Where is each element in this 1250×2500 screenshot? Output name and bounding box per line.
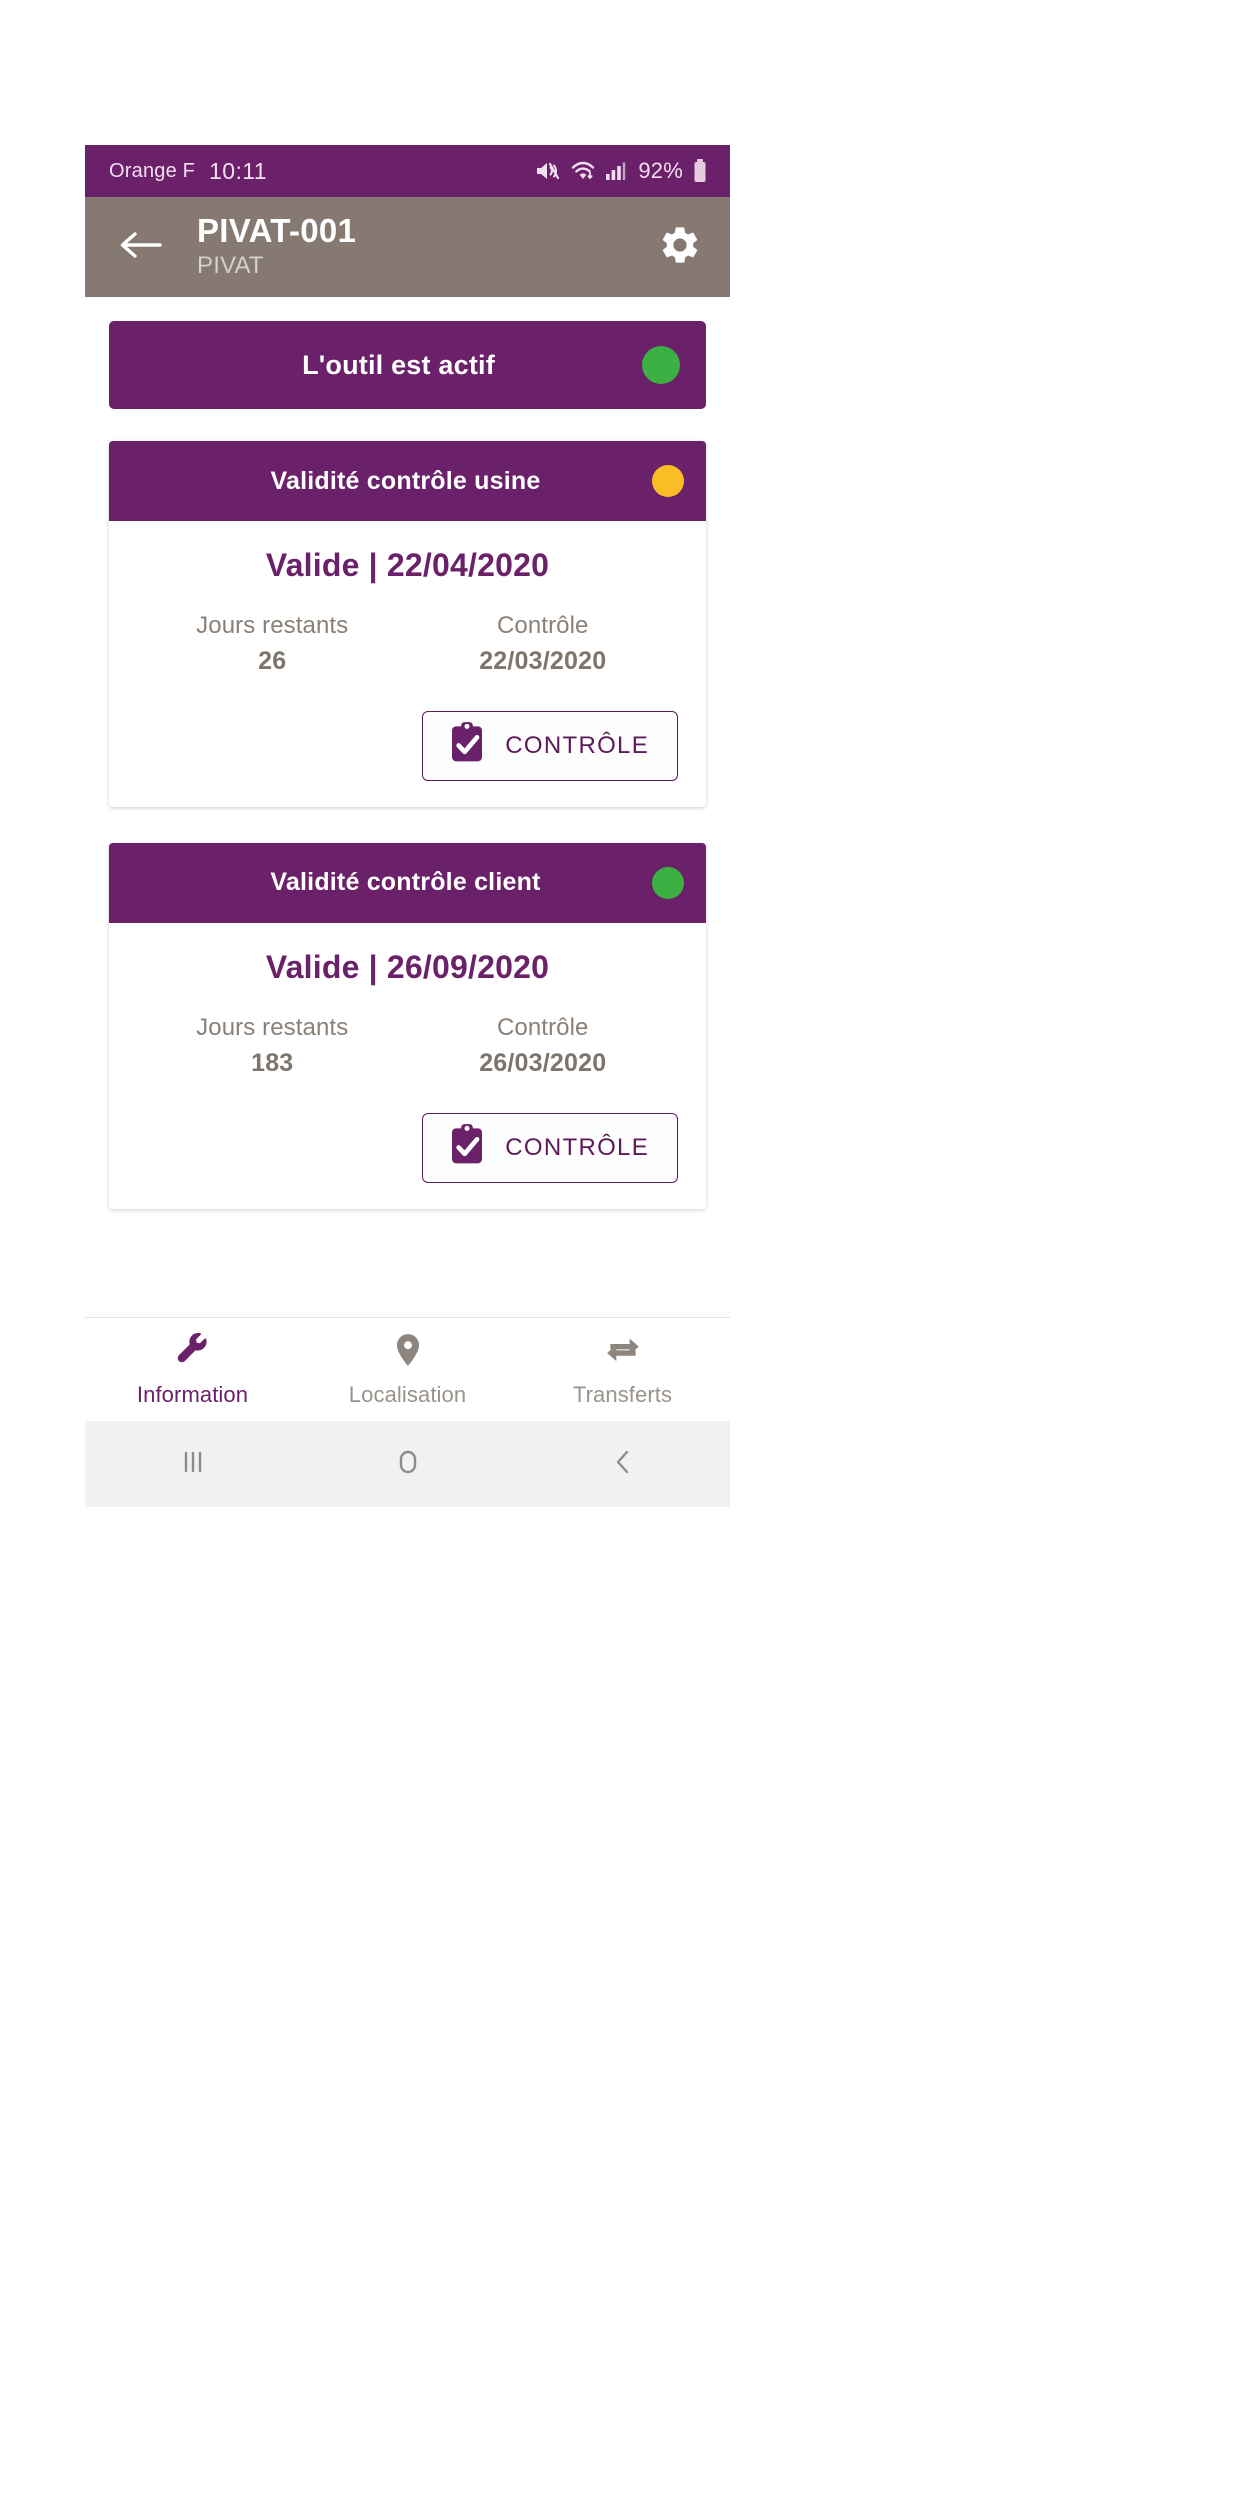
card-header: Validité contrôle client bbox=[109, 842, 706, 923]
nav-label: Localisation bbox=[348, 1382, 467, 1407]
field-label: Contrôle bbox=[496, 612, 589, 639]
card-header: Validité contrôle usine bbox=[109, 441, 706, 521]
nav-item-transferts[interactable]: Transferts bbox=[515, 1331, 730, 1408]
card-fields: Jours restants 26 Contrôle 22/03/2020 bbox=[137, 610, 678, 679]
app-bar-titles: PIVAT-001 PIVAT bbox=[197, 212, 654, 281]
card-actions: CONTRÔLE bbox=[137, 710, 678, 781]
card-title: Validité contrôle usine bbox=[270, 466, 541, 495]
nav-label: Transferts bbox=[572, 1382, 673, 1407]
field-value: 26 bbox=[258, 647, 287, 676]
gear-icon bbox=[658, 223, 702, 272]
field-label: Jours restants bbox=[196, 1013, 349, 1041]
nav-item-information[interactable]: Information bbox=[85, 1331, 300, 1408]
mute-icon bbox=[535, 159, 561, 183]
status-dot-client bbox=[652, 866, 684, 899]
field-value: 183 bbox=[251, 1049, 294, 1078]
card-fields: Jours restants 183 Contrôle 26/03/2020 bbox=[137, 1012, 678, 1081]
back-button[interactable] bbox=[113, 220, 167, 274]
field-value: 22/03/2020 bbox=[479, 647, 607, 676]
home-button[interactable] bbox=[300, 1444, 515, 1485]
card-actions: CONTRÔLE bbox=[137, 1112, 678, 1183]
control-button-usine[interactable]: CONTRÔLE bbox=[422, 710, 678, 781]
tool-active-label: L'outil est actif bbox=[302, 349, 495, 380]
validity-card-client: Validité contrôle client Valide | 26/09/… bbox=[109, 842, 706, 1209]
tool-active-banner[interactable]: L'outil est actif bbox=[109, 321, 706, 409]
home-icon bbox=[392, 1444, 424, 1485]
wrench-icon bbox=[174, 1331, 212, 1374]
page-subtitle: PIVAT bbox=[197, 252, 264, 280]
status-bar: Orange F 10:11 92% bbox=[85, 145, 730, 197]
card-body: Valide | 26/09/2020 Jours restants 183 C… bbox=[109, 923, 706, 1209]
card-title: Validité contrôle client bbox=[270, 868, 541, 897]
page-title: PIVAT-001 bbox=[197, 212, 357, 250]
signal-icon bbox=[605, 159, 627, 183]
back-chevron-icon bbox=[607, 1444, 639, 1485]
bottom-navigation: Information Localisation Transferts bbox=[85, 1317, 730, 1421]
status-dot-active bbox=[642, 346, 680, 384]
nav-item-localisation[interactable]: Localisation bbox=[300, 1331, 515, 1408]
clipboard-check-icon bbox=[447, 721, 487, 770]
clipboard-check-icon bbox=[447, 1123, 487, 1172]
battery-icon bbox=[692, 158, 708, 184]
card-body: Valide | 22/04/2020 Jours restants 26 Co… bbox=[109, 521, 706, 807]
app-bar: PIVAT-001 PIVAT bbox=[85, 197, 730, 297]
status-bar-icons: 92% bbox=[535, 158, 708, 184]
field-days-remaining: Jours restants 26 bbox=[137, 610, 408, 679]
clock-label: 10:11 bbox=[209, 157, 267, 184]
nav-label: Information bbox=[136, 1382, 249, 1407]
main-content: L'outil est actif Validité contrôle usin… bbox=[85, 297, 730, 1317]
control-button-label: CONTRÔLE bbox=[505, 1133, 649, 1161]
control-button-client[interactable]: CONTRÔLE bbox=[422, 1112, 678, 1183]
phone-screen: Orange F 10:11 92% PIVAT-001 PIVAT L'out… bbox=[85, 145, 730, 1507]
field-control-date: Contrôle 26/03/2020 bbox=[408, 1012, 679, 1081]
wifi-icon bbox=[570, 159, 596, 183]
android-system-nav bbox=[85, 1421, 730, 1507]
recents-button[interactable] bbox=[85, 1444, 300, 1485]
control-button-label: CONTRÔLE bbox=[505, 731, 649, 759]
field-label: Contrôle bbox=[496, 1013, 589, 1041]
validity-status: Valide | 26/09/2020 bbox=[265, 948, 550, 985]
battery-percent-label: 92% bbox=[638, 158, 683, 183]
recents-icon bbox=[177, 1444, 209, 1485]
field-days-remaining: Jours restants 183 bbox=[137, 1012, 408, 1081]
validity-card-usine: Validité contrôle usine Valide | 22/04/2… bbox=[109, 441, 706, 807]
arrow-left-icon bbox=[117, 225, 163, 270]
carrier-label: Orange F bbox=[109, 159, 196, 182]
field-control-date: Contrôle 22/03/2020 bbox=[408, 610, 679, 679]
field-label: Jours restants bbox=[196, 612, 349, 639]
transfer-arrows-icon bbox=[604, 1331, 642, 1374]
settings-button[interactable] bbox=[654, 221, 706, 273]
field-value: 26/03/2020 bbox=[479, 1049, 607, 1078]
back-button-system[interactable] bbox=[515, 1444, 730, 1485]
map-pin-icon bbox=[389, 1331, 427, 1374]
validity-status: Valide | 22/04/2020 bbox=[265, 547, 550, 583]
status-dot-usine bbox=[652, 465, 684, 497]
